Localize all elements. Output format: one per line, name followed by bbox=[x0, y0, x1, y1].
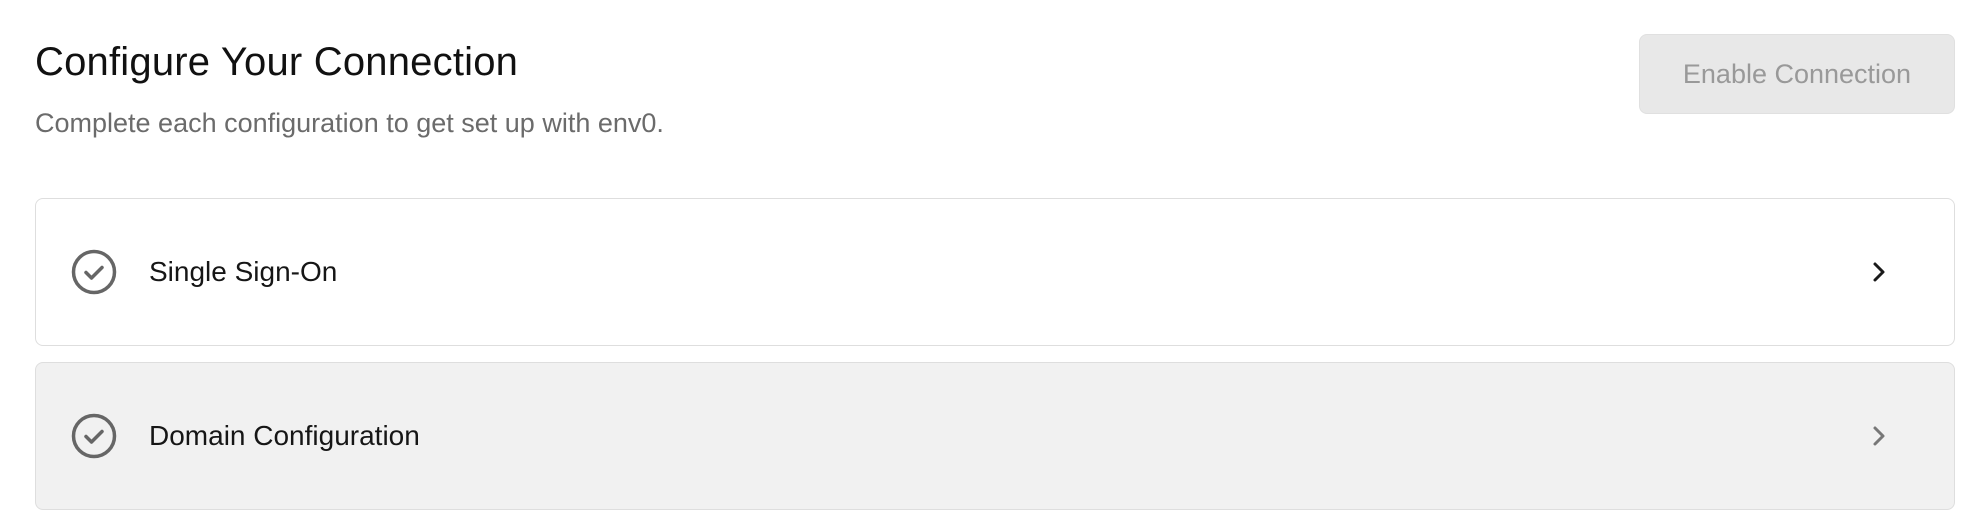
config-item-single-sign-on[interactable]: Single Sign-On bbox=[35, 198, 1955, 346]
chevron-right-icon bbox=[1868, 422, 1890, 450]
configuration-list: Single Sign-On Domain Configuration bbox=[35, 198, 1955, 510]
config-item-domain-configuration[interactable]: Domain Configuration bbox=[35, 362, 1955, 510]
enable-connection-button[interactable]: Enable Connection bbox=[1639, 34, 1955, 114]
config-item-label: Domain Configuration bbox=[149, 420, 420, 451]
check-circle-icon bbox=[71, 413, 117, 459]
chevron-right-icon bbox=[1868, 258, 1890, 286]
config-item-label: Single Sign-On bbox=[149, 256, 338, 287]
check-circle-icon bbox=[71, 249, 117, 295]
